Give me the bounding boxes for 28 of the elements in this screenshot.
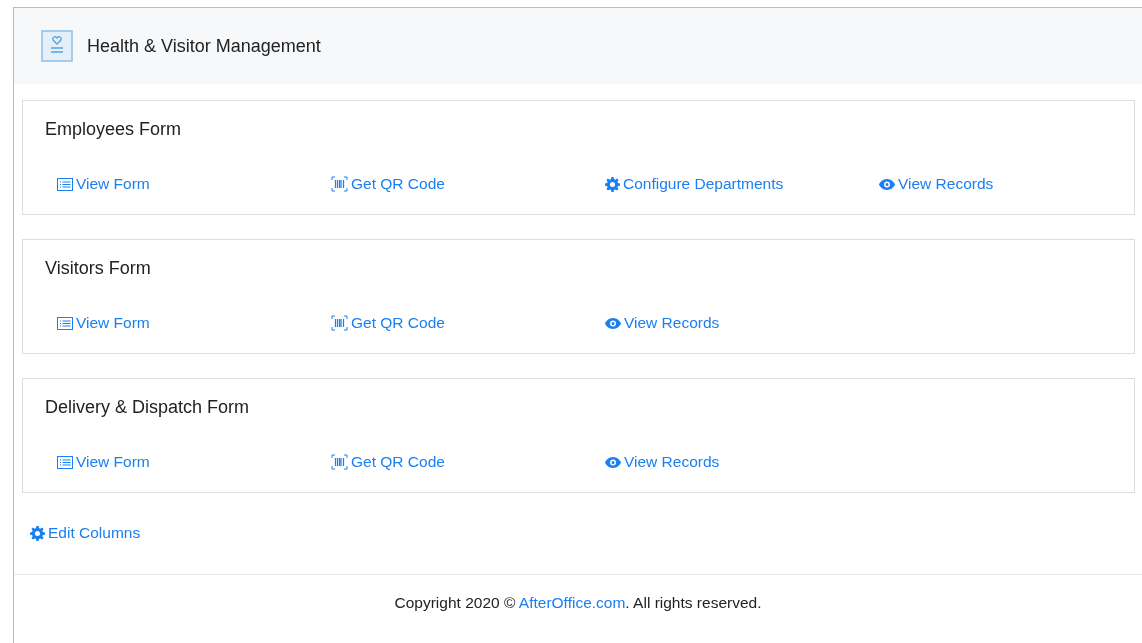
list-icon — [57, 316, 73, 330]
action-link[interactable]: View Records — [605, 453, 720, 471]
barcode-icon — [331, 315, 348, 331]
copyright-text: Copyright 2020 © AfterOffice.com. All rights reserved. — [394, 594, 762, 611]
eye-icon — [605, 456, 621, 468]
action-link[interactable]: View Records — [879, 175, 994, 193]
health-form-icon — [41, 30, 73, 62]
action-link[interactable]: Get QR Code — [331, 453, 445, 471]
app-title: Health & Visitor Management — [87, 35, 321, 57]
gear-icon — [605, 176, 620, 192]
action-link[interactable]: Get QR Code — [331, 175, 445, 193]
action-link[interactable]: Configure Departments — [605, 175, 784, 193]
action-link[interactable]: View Form — [57, 175, 150, 193]
action-link[interactable]: View Form — [57, 453, 150, 471]
card-title: Visitors Form — [45, 258, 152, 279]
list-icon — [57, 455, 73, 469]
card-title: Delivery & Dispatch Form — [45, 397, 251, 418]
action-link[interactable]: Get QR Code — [331, 314, 445, 332]
eye-icon — [605, 317, 621, 329]
eye-icon — [879, 178, 895, 190]
action-link[interactable]: View Form — [57, 314, 150, 332]
list-icon — [57, 177, 73, 191]
action-link[interactable]: View Records — [605, 314, 720, 332]
edit-columns-link[interactable]: Edit Columns — [30, 524, 141, 542]
barcode-icon — [331, 454, 348, 470]
barcode-icon — [331, 176, 348, 192]
gear-icon — [30, 525, 45, 541]
card-title: Employees Form — [45, 119, 183, 140]
